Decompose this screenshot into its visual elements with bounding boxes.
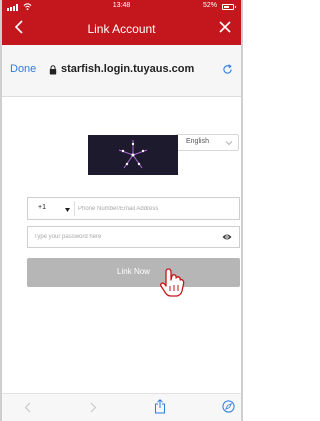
app-header: 13:48 52% Link Account (2, 0, 241, 45)
password-field (27, 226, 240, 248)
link-now-label: Link Now (117, 267, 150, 276)
language-label: English (186, 138, 209, 145)
back-icon[interactable] (24, 402, 32, 413)
language-select[interactable]: English (175, 134, 239, 151)
browser-toolbar (2, 393, 241, 421)
reload-icon[interactable] (222, 64, 233, 75)
url-text[interactable]: starfish.login.tuyaus.com (61, 63, 194, 75)
status-bar: 13:48 52% (2, 0, 241, 14)
done-button[interactable]: Done (10, 63, 36, 75)
compass-icon[interactable] (222, 400, 235, 413)
starfish-logo (88, 135, 178, 175)
caret-down-icon[interactable] (65, 208, 70, 212)
forward-icon[interactable] (89, 402, 97, 413)
country-code[interactable]: +1 (38, 204, 46, 211)
battery-percent: 52% (202, 2, 217, 9)
eye-icon[interactable] (222, 233, 232, 241)
phone-email-input[interactable] (78, 198, 238, 219)
hand-pointer-icon (159, 268, 185, 297)
password-input[interactable] (34, 227, 214, 247)
battery-icon (222, 4, 234, 10)
browser-url-bar: Done starfish.login.tuyaus.com (2, 45, 241, 97)
lock-icon (49, 65, 57, 75)
app-frame: 13:48 52% Link Account Done starfish.log… (0, 0, 243, 421)
link-now-button[interactable]: Link Now (27, 258, 240, 287)
close-icon[interactable] (217, 19, 233, 35)
share-icon[interactable] (154, 399, 166, 414)
chevron-down-icon (225, 141, 233, 146)
phone-field: +1 (27, 197, 240, 220)
page-title: Link Account (87, 22, 156, 36)
